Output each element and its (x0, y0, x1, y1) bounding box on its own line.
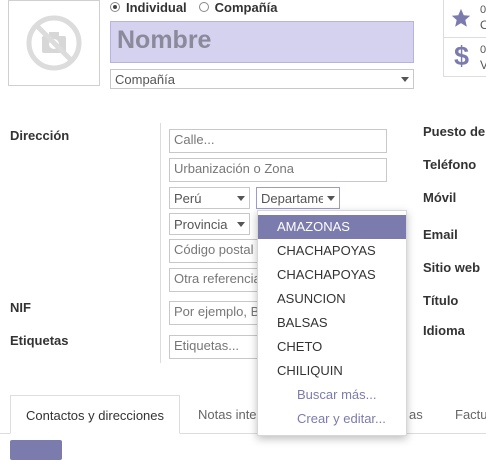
job-position-label: Puesto de (423, 124, 486, 139)
phone-label: Teléfono (423, 157, 477, 172)
department-dropdown: AMAZONAS CHACHAPOYAS CHACHAPOYAS ASUNCIO… (257, 210, 407, 436)
other-reference-input[interactable]: Otra referencia (169, 268, 264, 292)
country-select[interactable]: Perú (169, 187, 250, 209)
tags-input[interactable]: Etiquetas... (169, 335, 264, 359)
chevron-down-icon (401, 76, 409, 82)
province-select[interactable]: Provincia (169, 213, 250, 235)
company-label: Compañía (214, 0, 278, 15)
sales-button[interactable]: $ 0 V (444, 38, 486, 76)
company-select[interactable]: Compañía (110, 69, 414, 89)
company-type-radio-group: Individual Compañía (110, 0, 278, 15)
sales-label: V (480, 58, 486, 72)
opportunities-button[interactable]: 0 O (444, 0, 486, 38)
email-label: Email (423, 227, 458, 242)
avatar-placeholder[interactable] (8, 0, 100, 86)
dropdown-option[interactable]: CHACHAPOYAS (258, 239, 406, 263)
opportunities-label: O (480, 18, 486, 32)
dropdown-option[interactable]: CHETO (258, 335, 406, 359)
sales-count: 0 (480, 44, 486, 56)
chevron-down-icon (237, 221, 245, 227)
nif-label: NIF (10, 300, 31, 315)
language-label: Idioma (423, 323, 465, 338)
divider (160, 123, 161, 363)
dropdown-option[interactable]: BALSAS (258, 311, 406, 335)
website-label: Sitio web (423, 260, 481, 275)
tab-invoicing[interactable]: Factu (455, 395, 486, 434)
individual-label: Individual (126, 0, 187, 15)
urbanization-input[interactable]: Urbanización o Zona (169, 158, 387, 182)
dropdown-option[interactable]: CHILIQUIN (258, 359, 406, 383)
department-select[interactable]: Departame (256, 187, 340, 209)
dropdown-option[interactable]: ASUNCION (258, 287, 406, 311)
no-photo-camera-icon (26, 15, 82, 71)
dropdown-option[interactable]: AMAZONAS (258, 215, 406, 239)
opportunities-count: 0 (480, 4, 486, 16)
nif-input[interactable]: Por ejemplo, B (169, 301, 264, 325)
tab-sales-purchases[interactable]: as (409, 395, 423, 434)
smart-buttons: 0 O $ 0 V (443, 0, 486, 77)
tags-label: Etiquetas (10, 333, 69, 348)
street-input[interactable]: Calle... (169, 129, 387, 153)
company-radio[interactable] (198, 2, 209, 12)
mobile-label: Móvil (423, 190, 457, 205)
title-label: Título (423, 293, 459, 308)
dollar-icon: $ (454, 41, 470, 71)
chevron-down-icon (327, 195, 335, 201)
search-more-link[interactable]: Buscar más... (258, 383, 406, 407)
name-input[interactable]: Nombre (110, 21, 414, 63)
department-select-value: Departame (261, 190, 323, 206)
dropdown-option[interactable]: CHACHAPOYAS (258, 263, 406, 287)
individual-radio[interactable] (110, 2, 120, 12)
create-edit-link[interactable]: Crear y editar... (258, 407, 406, 431)
tab-contacts-addresses[interactable]: Contactos y direcciones (10, 395, 181, 434)
province-select-value: Provincia (174, 216, 228, 232)
star-icon (451, 8, 471, 27)
country-select-value: Perú (174, 190, 202, 206)
tab-internal-notes[interactable]: Notas inte (198, 395, 257, 434)
create-contact-button[interactable] (10, 440, 62, 460)
address-label: Dirección (10, 128, 70, 143)
company-select-value: Compañía (115, 71, 175, 87)
postal-code-input[interactable]: Código postal (169, 239, 264, 263)
chevron-down-icon (237, 195, 245, 201)
